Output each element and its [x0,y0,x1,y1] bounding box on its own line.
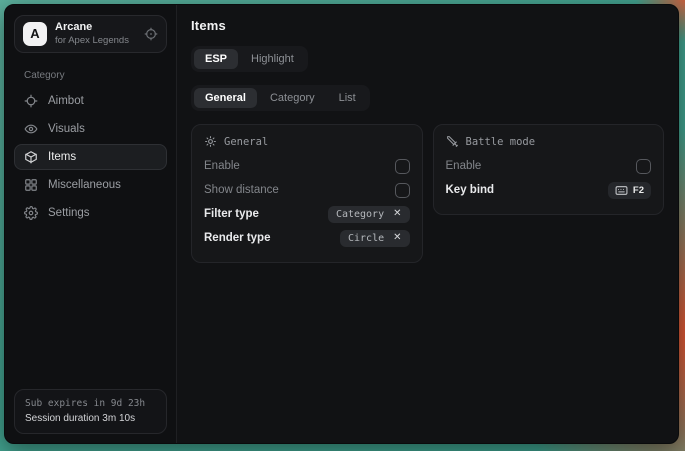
setting-label: Render type [204,232,270,244]
tab-list[interactable]: List [328,88,367,108]
setting-row-show-distance: Show distance [204,178,410,202]
panel-battle-mode-header: Battle mode [446,135,652,148]
sidebar-item-miscellaneous[interactable]: Miscellaneous [14,172,167,198]
setting-label: Enable [204,160,240,172]
setting-row-enable: Enable [446,154,652,178]
panel-title: General [224,136,268,148]
sidebar-item-label: Settings [48,207,90,219]
close-icon[interactable]: ✕ [393,233,401,243]
tab-general[interactable]: General [194,88,257,108]
panel-battle-mode: Battle mode Enable Key bind [433,124,665,215]
sidebar: A Arcane for Apex Legends Category [5,5,177,443]
sidebar-item-settings[interactable]: Settings [14,200,167,226]
sidebar-nav: Aimbot Visuals [5,88,176,226]
filter-type-select[interactable]: Category ✕ [328,206,410,223]
battle-enable-checkbox[interactable] [636,159,651,174]
sidebar-item-aimbot[interactable]: Aimbot [14,88,167,114]
setting-label: Show distance [204,184,279,196]
sidebar-item-label: Items [48,151,76,163]
page-title: Items [191,18,664,33]
sword-icon [446,135,459,148]
eye-icon [24,122,38,136]
key-bind-value: F2 [633,185,644,196]
show-distance-checkbox[interactable] [395,183,410,198]
brand-title: Arcane [55,21,136,34]
crosshair-target-icon[interactable] [144,27,158,41]
render-type-select[interactable]: Circle ✕ [340,230,410,247]
sidebar-item-items[interactable]: Items [14,144,167,170]
tab-esp[interactable]: ESP [194,49,238,69]
grid-icon [24,178,38,192]
panel-title: Battle mode [466,136,536,148]
filter-type-value: Category [336,209,384,220]
sun-icon [204,135,217,148]
setting-row-enable: Enable [204,154,410,178]
enable-checkbox[interactable] [395,159,410,174]
app-window: A Arcane for Apex Legends Category [4,4,679,444]
sidebar-section-label: Category [24,70,176,81]
setting-row-filter-type: Filter type Category ✕ [204,202,410,226]
sidebar-item-label: Aimbot [48,95,84,107]
key-bind-button[interactable]: F2 [608,182,651,199]
setting-row-key-bind: Key bind F2 [446,178,652,202]
package-icon [24,150,38,164]
close-icon[interactable]: ✕ [393,209,401,219]
sub-expires-text: Sub expires in 9d 23h [25,397,156,411]
mode-tabs: ESP Highlight [191,46,308,72]
keyboard-icon [615,185,628,196]
panel-general: General Enable Show distance Filter type… [191,124,423,263]
app-logo: A [23,22,47,46]
main-content: Items ESP Highlight General Category Lis… [177,5,678,443]
desktop-background: A Arcane for Apex Legends Category [0,0,685,451]
render-type-value: Circle [348,233,384,244]
sidebar-item-label: Visuals [48,123,85,135]
setting-label: Enable [446,160,482,172]
sidebar-item-label: Miscellaneous [48,179,121,191]
subscription-info-card: Sub expires in 9d 23h Session duration 3… [14,389,167,434]
sidebar-item-visuals[interactable]: Visuals [14,116,167,142]
setting-label: Filter type [204,208,259,220]
tab-highlight[interactable]: Highlight [240,49,305,69]
tab-category[interactable]: Category [259,88,326,108]
setting-label: Key bind [446,184,495,196]
setting-row-render-type: Render type Circle ✕ [204,226,410,250]
panel-general-header: General [204,135,410,148]
brand-card: A Arcane for Apex Legends [14,15,167,53]
brand-subtitle: for Apex Legends [55,36,136,47]
crosshair-icon [24,94,38,108]
brand-text: Arcane for Apex Legends [55,21,136,47]
gear-icon [24,206,38,220]
session-duration-text: Session duration 3m 10s [25,412,156,426]
panels-row: General Enable Show distance Filter type… [191,124,664,263]
view-tabs: General Category List [191,85,370,111]
